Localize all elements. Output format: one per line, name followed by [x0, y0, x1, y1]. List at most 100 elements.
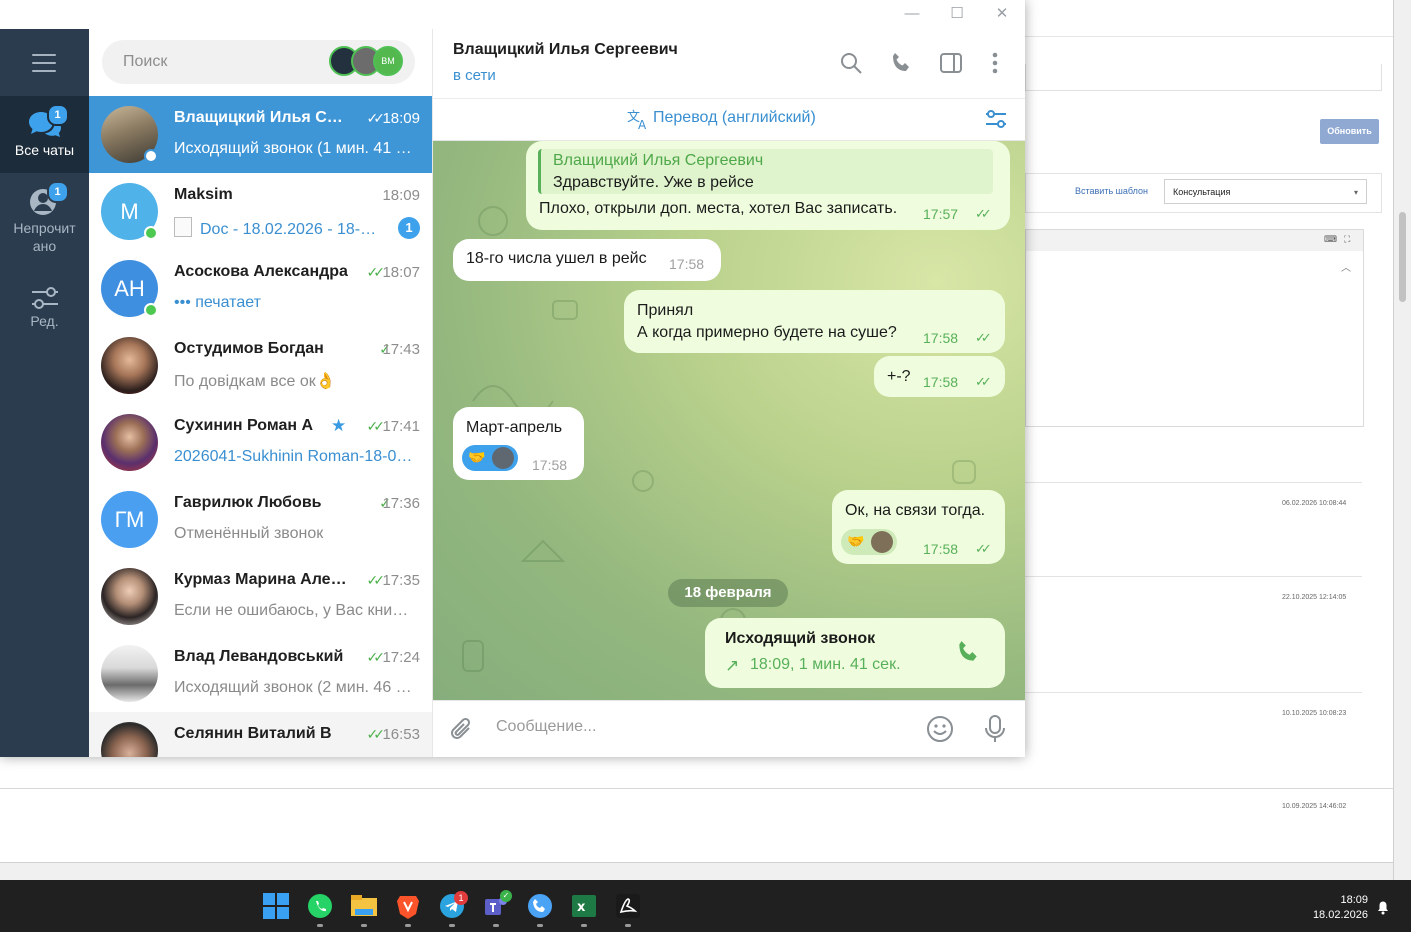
update-button[interactable]: Обновить — [1320, 119, 1379, 144]
folder-all-chats[interactable]: 1 Все чаты — [0, 96, 89, 173]
call-back-phone-icon[interactable] — [955, 639, 981, 665]
history-date: 10.09.2025 14:46:02 — [1282, 803, 1347, 810]
chat-item[interactable]: Курмаз Марина Алексеевна ✓✓ 17:35 Если н… — [89, 558, 432, 635]
phone-icon[interactable] — [889, 51, 913, 75]
attach-icon[interactable] — [449, 716, 475, 744]
file-explorer-icon[interactable] — [350, 892, 378, 920]
keyboard-icon[interactable]: ⌨ — [1324, 234, 1337, 245]
microphone-icon[interactable] — [983, 714, 1007, 744]
template-select[interactable]: Консультация ▾ — [1164, 179, 1367, 204]
reaction-chip[interactable]: 🤝 — [841, 529, 897, 555]
avatar: ГМ — [101, 491, 158, 548]
chat-item[interactable]: Остудимов Богдан ✓ 17:43 По довідкам все… — [89, 327, 432, 404]
emoji-icon[interactable] — [926, 715, 954, 743]
chevron-up-icon[interactable]: ︿ — [1341, 259, 1351, 274]
reply-quote[interactable]: Влащицкий Илья Сергеевич Здравствуйте. У… — [538, 149, 993, 194]
message-editor[interactable]: ︿ — [1025, 251, 1364, 427]
insert-template-link[interactable]: Вставить шаблон — [1075, 186, 1148, 196]
call-bubble[interactable]: Исходящий звонок ↗ 18:09, 1 мин. 41 сек. — [705, 618, 1005, 688]
peer-status: в сети — [453, 67, 496, 84]
read-checkmarks-icon: ✓✓ — [975, 541, 992, 556]
message-bubble-outgoing[interactable]: Влащицкий Илья Сергеевич Здравствуйте. У… — [526, 141, 1010, 230]
translate-settings-icon[interactable] — [985, 109, 1007, 129]
running-indicator — [449, 924, 455, 927]
telegram-window: — ☐ ✕ 1 Все чаты 1 Непрочит ано Ред. Пои… — [0, 0, 1025, 757]
chat-preview: Отменённый звонок — [174, 525, 324, 542]
sidebar-toggle-icon[interactable] — [939, 51, 963, 75]
background-panel — [1025, 64, 1382, 91]
brave-browser-icon[interactable] — [394, 892, 422, 920]
excel-icon[interactable]: x — [570, 892, 598, 920]
message-bubble-incoming[interactable]: 18-го числа ушел в рейс 17:58 — [453, 239, 721, 281]
editor-toolbar: ⌨ ⛶ — [1025, 229, 1364, 253]
notifications-icon[interactable] — [1375, 899, 1391, 915]
phone-app-icon[interactable] — [526, 892, 554, 920]
chat-header: Влащицкий Илья Сергеевич в сети — [433, 29, 1025, 99]
chat-item[interactable]: Селянин Виталий В ✓✓ 16:53 — [89, 712, 432, 757]
message-bubble-incoming[interactable]: Март-апрель 🤝 17:58 — [453, 407, 584, 480]
search-input[interactable]: Поиск ВМ — [102, 40, 415, 84]
menu-icon[interactable] — [32, 54, 56, 78]
running-indicator — [405, 924, 411, 927]
online-indicator — [144, 226, 158, 240]
chat-name: Сухинин Роман А — [174, 417, 314, 434]
message-bubble-outgoing[interactable]: Принял А когда примерно будете на суше? … — [624, 290, 1005, 353]
message-list[interactable]: Влащицкий Илья Сергеевич Здравствуйте. У… — [433, 141, 1025, 700]
message-bubble-outgoing[interactable]: Ок, на связи тогда. 🤝 17:58 ✓✓ — [832, 490, 1005, 564]
svg-text:A: A — [638, 118, 647, 130]
avatar — [101, 568, 158, 625]
minimize-button[interactable]: — — [892, 3, 932, 25]
whatsapp-icon[interactable] — [306, 892, 334, 920]
document-thumbnail-icon — [174, 217, 192, 237]
chat-time: 17:35 — [382, 572, 420, 589]
folder-label: Все чаты — [14, 142, 75, 158]
message-text: +-? — [887, 368, 911, 385]
translate-icon: 文A — [627, 110, 647, 130]
message-input[interactable]: Сообщение... — [496, 718, 596, 736]
vertical-scrollbar[interactable] — [1393, 0, 1411, 880]
chat-item[interactable]: ГМ Гаврилюк Любовь ✓ 17:36 Отменённый зв… — [89, 481, 432, 558]
chat-item[interactable]: Сухинин Роман А ★ ✓✓ 17:41 2026041-Sukhi… — [89, 404, 432, 481]
acrobat-icon[interactable] — [614, 892, 642, 920]
conversation-pane: Влащицкий Илья Сергеевич в сети 文A Перев… — [433, 29, 1025, 757]
windows-start-icon[interactable] — [262, 892, 290, 920]
reactor-avatar — [871, 531, 893, 553]
message-time: 17:58 — [532, 457, 568, 473]
scrollbar-thumb[interactable] — [1399, 212, 1406, 302]
divider — [1025, 482, 1362, 483]
translate-label[interactable]: Перевод (английский) — [653, 109, 816, 127]
call-title: Исходящий звонок — [725, 630, 876, 647]
stories-strip[interactable]: ВМ — [329, 46, 405, 78]
folder-unread[interactable]: 1 Непрочит ано — [0, 173, 89, 254]
typing-indicator: ••• печатает — [174, 294, 261, 311]
message-text: А когда примерно будете на суше? — [637, 324, 897, 341]
translate-bar[interactable]: 文A Перевод (английский) — [433, 99, 1025, 141]
reactor-avatar — [492, 447, 514, 469]
horizontal-scrollbar[interactable] — [0, 862, 1393, 881]
reaction-chip[interactable]: 🤝 — [462, 445, 518, 471]
close-button[interactable]: ✕ — [982, 3, 1022, 25]
divider — [1025, 692, 1362, 693]
search-icon[interactable] — [839, 51, 863, 75]
chat-item[interactable]: Влащицкий Илья Сергеевич ✓✓ 18:09 Исходя… — [89, 96, 432, 173]
reply-author: Влащицкий Илья Сергеевич — [553, 152, 764, 169]
message-text: Плохо, открыли доп. места, хотел Вас зап… — [539, 200, 898, 217]
running-indicator — [537, 924, 543, 927]
chat-name: Асоскова Александра — [174, 263, 348, 280]
story-avatar[interactable]: ВМ — [373, 46, 403, 76]
system-clock[interactable]: 18:09 18.02.2026 — [1313, 893, 1368, 923]
maximize-button[interactable]: ☐ — [937, 3, 977, 25]
message-bubble-outgoing[interactable]: +-? 17:58 ✓✓ — [874, 356, 1005, 397]
chat-time: 18:07 — [382, 264, 420, 281]
fullscreen-icon[interactable]: ⛶ — [1344, 234, 1350, 245]
chat-item[interactable]: M Maksim 18:09 Doc - 18.02.2026 - 18-58.… — [89, 173, 432, 250]
folder-edit[interactable]: Ред. — [0, 273, 89, 350]
more-options-icon[interactable] — [983, 51, 1007, 75]
template-select-value: Консультация — [1173, 187, 1231, 197]
chat-item[interactable]: Влад Левандовський ✓✓ 17:24 Исходящий зв… — [89, 635, 432, 712]
chat-item[interactable]: АН Асоскова Александра ✓✓ 18:07 ••• печа… — [89, 250, 432, 327]
read-checkmarks-icon: ✓✓ — [366, 264, 386, 280]
peer-name[interactable]: Влащицкий Илья Сергеевич — [453, 41, 678, 59]
clock-date: 18.02.2026 — [1312, 909, 1368, 921]
unread-icon: 1 — [27, 181, 69, 217]
